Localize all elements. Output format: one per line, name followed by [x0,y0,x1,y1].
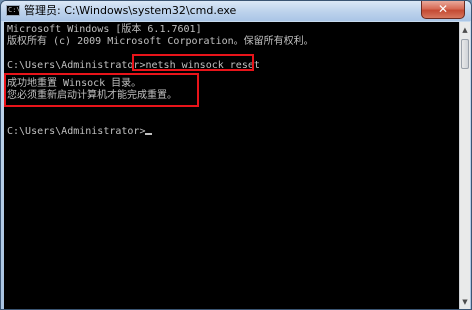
command-highlight-box [132,54,254,71]
current-prompt: C:\Users\Administrator> [7,126,146,137]
scroll-down-icon[interactable]: ▼ [460,296,470,308]
cmd-icon[interactable]: C:\ [6,5,21,16]
scroll-up-icon[interactable]: ▲ [460,24,470,36]
title-bar[interactable]: C:\ 管理员: C:\Windows\system32\cmd.exe ✕ [1,1,471,21]
close-icon: ✕ [437,2,449,16]
console-line-version: Microsoft Windows [版本 6.1.7601] [7,24,202,35]
window-title: 管理员: C:\Windows\system32\cmd.exe [24,4,237,17]
console-line-copyright: 版权所有 (c) 2009 Microsoft Corporation。保留所有… [7,36,314,47]
result-highlight-box [4,73,199,107]
prompt-text: C:\Users\Administrator> [7,60,146,71]
cmd-window: C:\ 管理员: C:\Windows\system32\cmd.exe ✕ M… [0,0,472,310]
close-button[interactable]: ✕ [421,1,465,19]
scroll-thumb[interactable] [461,39,469,69]
console-line-prompt: C:\Users\Administrator> [7,126,153,138]
console-area[interactable]: Microsoft Windows [版本 6.1.7601] 版权所有 (c)… [4,22,460,309]
text-cursor [145,133,153,135]
vertical-scrollbar[interactable]: ▲ ▼ [459,22,470,309]
